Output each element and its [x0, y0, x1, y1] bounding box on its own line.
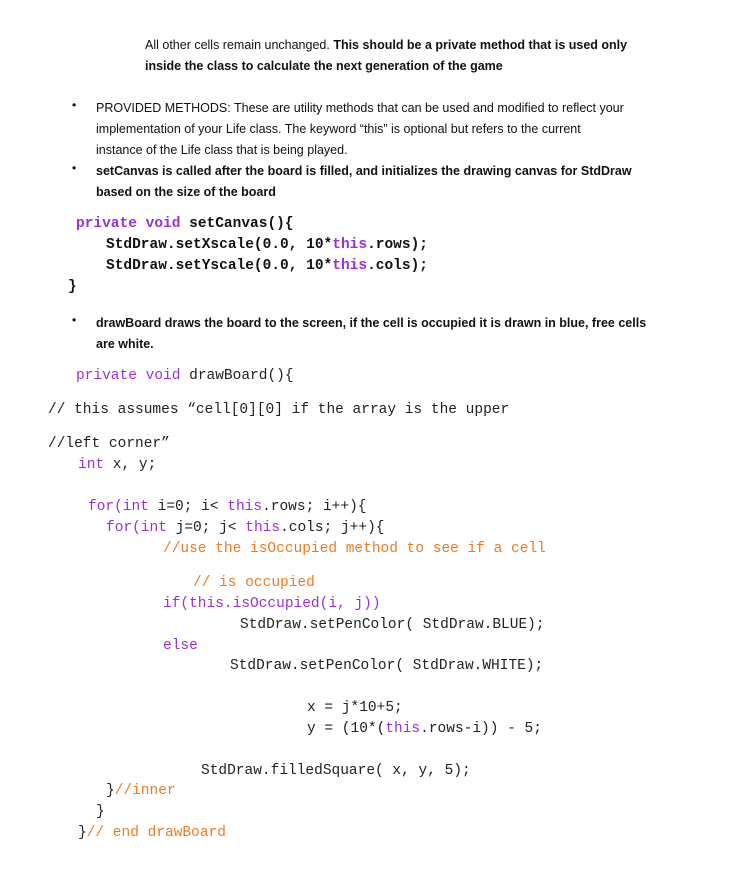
intro-plain-text: All other cells remain unchanged.	[145, 38, 334, 52]
code-text: .rows; i++){	[262, 499, 367, 515]
keyword: private void	[76, 216, 190, 232]
comment: //inner	[114, 783, 176, 799]
code-text: StdDraw.setXscale(0.0, 10*	[106, 237, 333, 253]
intro-bold-text: This should be a private method that is …	[333, 38, 628, 52]
bullet-1-line-3: instance of the Life class that is being…	[96, 143, 348, 157]
code-text: drawBoard(){	[189, 368, 294, 384]
bullet-3-line-1: drawBoard draws the board to the screen,…	[96, 316, 647, 330]
keyword: this	[227, 499, 263, 515]
drawboard-comment-1: // this assumes “cell[0][0] if the array…	[48, 402, 510, 418]
drawboard-x-assign: x = j*10+5;	[307, 700, 403, 716]
intro-line-1: All other cells remain unchanged. This s…	[145, 35, 627, 56]
drawboard-else: else	[163, 638, 198, 654]
drawboard-inner-for: for(int j=0; j< this.cols; j++){	[106, 518, 384, 539]
intro-line-2: inside the class to calculate the next g…	[145, 59, 503, 73]
setcanvas-signature: private void setCanvas(){	[76, 214, 294, 235]
bullet-2-line-1: setCanvas is called after the board is f…	[96, 164, 632, 178]
drawboard-outer-close: }	[96, 804, 105, 820]
drawboard-filled-square: StdDraw.filledSquare( x, y, 5);	[201, 763, 471, 779]
code-text: .rows-i)) - 5;	[420, 721, 542, 737]
drawboard-blue-line: StdDraw.setPenColor( StdDraw.BLUE);	[240, 617, 545, 633]
code-text: x, y;	[104, 457, 157, 473]
setcanvas-xscale-line: StdDraw.setXscale(0.0, 10*this.rows);	[106, 235, 428, 256]
drawboard-comment-2: //left corner”	[48, 436, 170, 452]
drawboard-comment-isoccupied: //use the isOccupied method to see if a …	[163, 541, 546, 557]
bullet-1-line-2: implementation of your Life class. The k…	[96, 122, 581, 136]
comment: // end drawBoard	[86, 825, 226, 841]
drawboard-y-assign: y = (10*(this.rows-i)) - 5;	[307, 719, 542, 740]
code-text: .cols; j++){	[280, 520, 385, 536]
drawboard-outer-for: for(int i=0; i< this.rows; i++){	[88, 497, 366, 518]
drawboard-comment-is-occupied: // is occupied	[193, 575, 315, 591]
drawboard-end: }// end drawBoard	[78, 823, 226, 844]
code-text: .cols);	[367, 258, 428, 274]
keyword: for(int	[106, 520, 167, 536]
code-text: .rows);	[367, 237, 428, 253]
drawboard-inner-close: }//inner	[106, 781, 176, 802]
drawboard-if-line: if(this.isOccupied(i, j))	[163, 596, 381, 612]
drawboard-decl: int x, y;	[78, 455, 156, 476]
bullet-2-line-2: based on the size of the board	[96, 185, 276, 199]
setcanvas-close-brace: }	[68, 279, 77, 295]
bullet-icon: •	[72, 98, 77, 112]
keyword: this	[332, 258, 368, 274]
code-text: setCanvas(){	[189, 216, 294, 232]
code-text: i=0; i<	[148, 499, 228, 515]
keyword: for(int	[88, 499, 149, 515]
code-text: }	[78, 825, 87, 841]
bullet-icon: •	[72, 313, 77, 327]
bullet-icon: •	[72, 161, 77, 175]
code-text: StdDraw.setYscale(0.0, 10*	[106, 258, 333, 274]
drawboard-white-line: StdDraw.setPenColor( StdDraw.WHITE);	[230, 658, 544, 674]
keyword: this	[245, 520, 281, 536]
drawboard-signature: private void drawBoard(){	[76, 366, 294, 387]
bullet-3-line-2: are white.	[96, 337, 154, 351]
code-text: y = (10*(	[307, 721, 386, 737]
bullet-1-line-1: PROVIDED METHODS: These are utility meth…	[96, 101, 624, 115]
keyword: int	[78, 457, 105, 473]
keyword: this	[332, 237, 368, 253]
keyword: private void	[76, 368, 190, 384]
code-text: }	[106, 783, 115, 799]
code-text: j=0; j<	[166, 520, 246, 536]
keyword: this	[385, 721, 421, 737]
setcanvas-yscale-line: StdDraw.setYscale(0.0, 10*this.cols);	[106, 256, 428, 277]
